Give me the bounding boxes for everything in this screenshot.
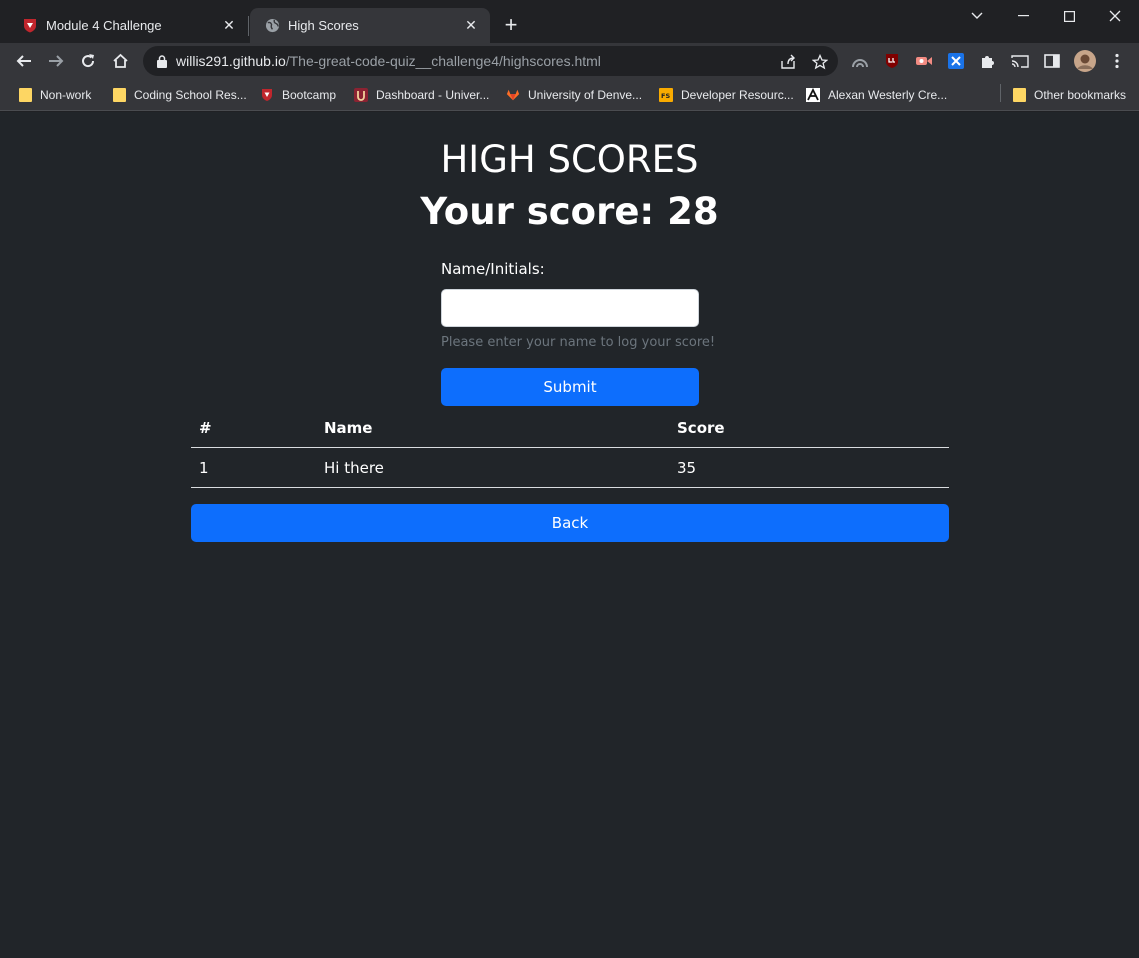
bookmark-dashboard[interactable]: Dashboard - Univer... [354, 85, 489, 105]
tab-high-scores[interactable]: High Scores ✕ [250, 8, 490, 43]
folder-icon [1012, 88, 1026, 102]
maximize-icon[interactable] [1046, 0, 1092, 32]
back-button[interactable]: Back [191, 504, 949, 542]
close-window-icon[interactable] [1092, 0, 1138, 32]
tab-title: Module 4 Challenge [46, 18, 162, 33]
minimize-icon[interactable] [1000, 0, 1046, 32]
shield-icon [260, 88, 274, 102]
bookmark-folder-non-work[interactable]: Non-work [18, 85, 91, 105]
screen-recorder-icon[interactable] [915, 52, 933, 70]
tab-title: High Scores [288, 18, 359, 33]
university-logo-icon [354, 88, 368, 102]
bookmark-label: Non-work [40, 88, 92, 102]
cell-rank: 1 [199, 459, 209, 477]
scores-table: # Name Score 1 Hi there 35 [191, 408, 949, 488]
extensions-puzzle-icon[interactable] [979, 52, 997, 70]
home-icon[interactable] [106, 47, 134, 75]
table-row: 1 Hi there 35 [191, 448, 949, 488]
lock-icon[interactable] [155, 54, 169, 68]
bookmark-gitlab[interactable]: University of Denve... [506, 85, 642, 105]
folder-icon [18, 88, 32, 102]
shield-favicon-icon [22, 18, 38, 34]
reload-icon[interactable] [74, 47, 102, 75]
bookmark-label: Dashboard - Univer... [376, 88, 490, 102]
fs-logo-icon: FS [659, 88, 673, 102]
cast-icon[interactable] [1011, 52, 1029, 70]
more-menu-icon[interactable] [1108, 52, 1126, 70]
bookmark-label: Alexan Westerly Cre... [828, 88, 948, 102]
bookmarks-bar: Non-work Coding School Res... Bootcamp D… [0, 79, 1139, 111]
bookmark-alexan-westerly[interactable]: Alexan Westerly Cre... [806, 85, 947, 105]
tab-strip: Module 4 Challenge ✕ High Scores ✕ + [0, 0, 1139, 43]
bookmark-label: Coding School Res... [134, 88, 247, 102]
tab-close-icon[interactable]: ✕ [220, 17, 238, 35]
ublock-origin-icon[interactable] [883, 52, 901, 70]
header-score: Score [677, 419, 725, 437]
tab-divider [248, 16, 249, 36]
name-input[interactable] [441, 289, 699, 327]
bookmark-folder-coding-school[interactable]: Coding School Res... [112, 85, 247, 105]
bookmark-label: Bootcamp [282, 88, 337, 102]
bookmark-bootcamp[interactable]: Bootcamp [260, 85, 336, 105]
browser-chrome: Module 4 Challenge ✕ High Scores ✕ + wil… [0, 0, 1139, 111]
header-name: Name [324, 419, 373, 437]
bookmark-star-icon[interactable] [811, 53, 829, 71]
gitlab-fox-icon [506, 88, 520, 102]
bookmark-other-bookmarks[interactable]: Other bookmarks [1012, 85, 1126, 105]
submit-button[interactable]: Submit [441, 368, 699, 406]
side-panel-icon[interactable] [1043, 52, 1061, 70]
x-extension-icon[interactable] [947, 52, 965, 70]
new-tab-plus-icon[interactable]: + [499, 14, 523, 38]
svg-text:FS: FS [661, 92, 670, 100]
globe-icon [264, 18, 280, 34]
profile-avatar[interactable] [1074, 50, 1096, 72]
bookmark-label: Developer Resourc... [681, 88, 794, 102]
score-heading: Your score: 28 [420, 190, 719, 233]
tab-search-chevron-icon[interactable] [954, 0, 1000, 32]
url-text: willis291.github.io/The-great-code-quiz_… [176, 53, 601, 69]
bookmark-developer-resources[interactable]: FS Developer Resourc... [659, 85, 794, 105]
page-content: HIGH SCORES Your score: 28 Name/Initials… [0, 112, 1139, 958]
table-header-row: # Name Score [191, 408, 949, 448]
tab-close-icon[interactable]: ✕ [462, 17, 480, 35]
cell-score: 35 [677, 459, 697, 477]
folder-icon [112, 88, 126, 102]
extension-arc-icon[interactable] [851, 52, 869, 70]
name-hint: Please enter your name to log your score… [441, 335, 716, 350]
bookmarks-separator [1000, 84, 1001, 102]
url-path: /The-great-code-quiz__challenge4/highsco… [285, 53, 601, 69]
tab-module-4-challenge[interactable]: Module 4 Challenge ✕ [8, 8, 248, 43]
bookmark-label: Other bookmarks [1034, 88, 1127, 102]
name-label: Name/Initials: [441, 260, 545, 278]
bookmark-label: University of Denve... [528, 88, 643, 102]
address-bar[interactable]: willis291.github.io/The-great-code-quiz_… [143, 46, 838, 76]
forward-arrow-icon[interactable] [42, 47, 70, 75]
browser-toolbar: willis291.github.io/The-great-code-quiz_… [0, 43, 1139, 79]
share-icon[interactable] [779, 53, 797, 71]
back-arrow-icon[interactable] [10, 47, 38, 75]
page-heading: HIGH SCORES [440, 138, 699, 181]
a-logo-icon [806, 88, 820, 102]
header-rank: # [199, 419, 212, 437]
url-host: willis291.github.io [176, 53, 286, 69]
cell-name: Hi there [324, 459, 384, 477]
